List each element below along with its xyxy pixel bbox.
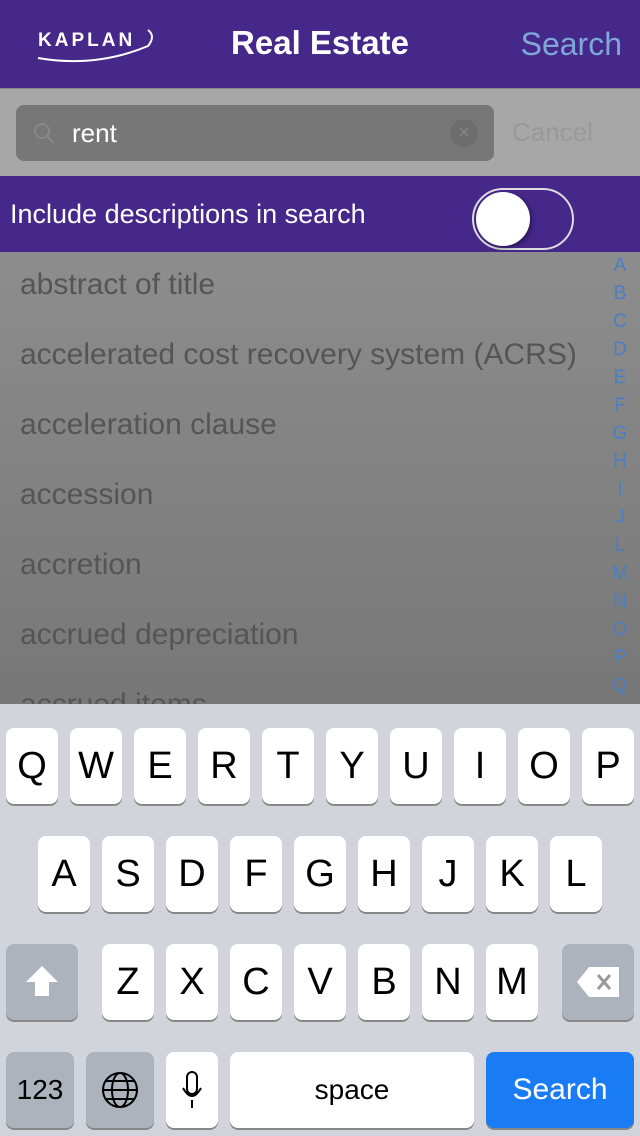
term-list: abstract of title accelerated cost recove…	[0, 252, 640, 704]
index-letter[interactable]: P	[606, 644, 634, 672]
description-toggle-row: Include descriptions in search	[0, 176, 640, 252]
key-x[interactable]: X	[166, 944, 218, 1020]
list-item[interactable]: abstract of title	[0, 252, 620, 322]
toggle-knob	[476, 192, 530, 246]
index-letter[interactable]: I	[606, 476, 634, 504]
space-key[interactable]: space	[230, 1052, 474, 1128]
clear-icon[interactable]: ×	[450, 119, 478, 147]
key-i[interactable]: I	[454, 728, 506, 804]
search-value: rent	[72, 118, 117, 148]
key-w[interactable]: W	[70, 728, 122, 804]
key-a[interactable]: A	[38, 836, 90, 912]
index-letter[interactable]: F	[606, 392, 634, 420]
index-letter[interactable]: M	[606, 560, 634, 588]
list-item[interactable]: accretion	[0, 532, 620, 602]
backspace-key[interactable]	[562, 944, 634, 1020]
microphone-icon	[182, 1071, 202, 1108]
numbers-key[interactable]: 123	[6, 1052, 74, 1128]
key-g[interactable]: G	[294, 836, 346, 912]
backspace-icon	[577, 967, 619, 997]
key-z[interactable]: Z	[102, 944, 154, 1020]
list-item[interactable]: accrued depreciation	[0, 602, 620, 672]
index-letter[interactable]: O	[606, 616, 634, 644]
search-input[interactable]: rent ×	[16, 105, 494, 161]
include-descriptions-toggle[interactable]	[472, 188, 574, 250]
navigation-bar: KAPLAN Real Estate Search	[0, 0, 640, 88]
alphabet-index[interactable]: ABCDEFGHIJLMNOPQ	[606, 252, 634, 700]
toggle-label: Include descriptions in search	[10, 199, 366, 229]
key-l[interactable]: L	[550, 836, 602, 912]
key-e[interactable]: E	[134, 728, 186, 804]
key-v[interactable]: V	[294, 944, 346, 1020]
key-r[interactable]: R	[198, 728, 250, 804]
key-j[interactable]: J	[422, 836, 474, 912]
index-letter[interactable]: Q	[606, 672, 634, 700]
index-letter[interactable]: D	[606, 336, 634, 364]
shift-icon	[26, 966, 58, 996]
list-item[interactable]: accession	[0, 462, 620, 532]
key-m[interactable]: M	[486, 944, 538, 1020]
key-h[interactable]: H	[358, 836, 410, 912]
key-f[interactable]: F	[230, 836, 282, 912]
search-bar: rent × Cancel	[0, 88, 640, 176]
key-c[interactable]: C	[230, 944, 282, 1020]
cancel-button[interactable]: Cancel	[512, 117, 593, 148]
index-letter[interactable]: N	[606, 588, 634, 616]
key-t[interactable]: T	[262, 728, 314, 804]
globe-key[interactable]	[86, 1052, 154, 1128]
key-u[interactable]: U	[390, 728, 442, 804]
key-y[interactable]: Y	[326, 728, 378, 804]
keyboard: Q W E R T Y U I O P A S D F G H J K L Z X C V B N M 123 space Search	[0, 704, 640, 1136]
list-item[interactable]: acceleration clause	[0, 392, 620, 462]
shift-key[interactable]	[6, 944, 78, 1020]
key-b[interactable]: B	[358, 944, 410, 1020]
index-letter[interactable]: C	[606, 308, 634, 336]
index-letter[interactable]: J	[606, 504, 634, 532]
search-button[interactable]: Search	[521, 26, 622, 63]
index-letter[interactable]: G	[606, 420, 634, 448]
microphone-key[interactable]	[166, 1052, 218, 1128]
index-letter[interactable]: E	[606, 364, 634, 392]
key-n[interactable]: N	[422, 944, 474, 1020]
search-icon	[34, 123, 55, 144]
index-letter[interactable]: H	[606, 448, 634, 476]
key-k[interactable]: K	[486, 836, 538, 912]
search-key[interactable]: Search	[486, 1052, 634, 1128]
list-item[interactable]: accelerated cost recovery system (ACRS)	[0, 322, 620, 392]
index-letter[interactable]: L	[606, 532, 634, 560]
index-letter[interactable]: B	[606, 280, 634, 308]
key-d[interactable]: D	[166, 836, 218, 912]
globe-icon	[102, 1072, 138, 1108]
key-q[interactable]: Q	[6, 728, 58, 804]
list-item[interactable]: accrued items	[0, 672, 620, 704]
key-o[interactable]: O	[518, 728, 570, 804]
key-p[interactable]: P	[582, 728, 634, 804]
index-letter[interactable]: A	[606, 252, 634, 280]
key-s[interactable]: S	[102, 836, 154, 912]
